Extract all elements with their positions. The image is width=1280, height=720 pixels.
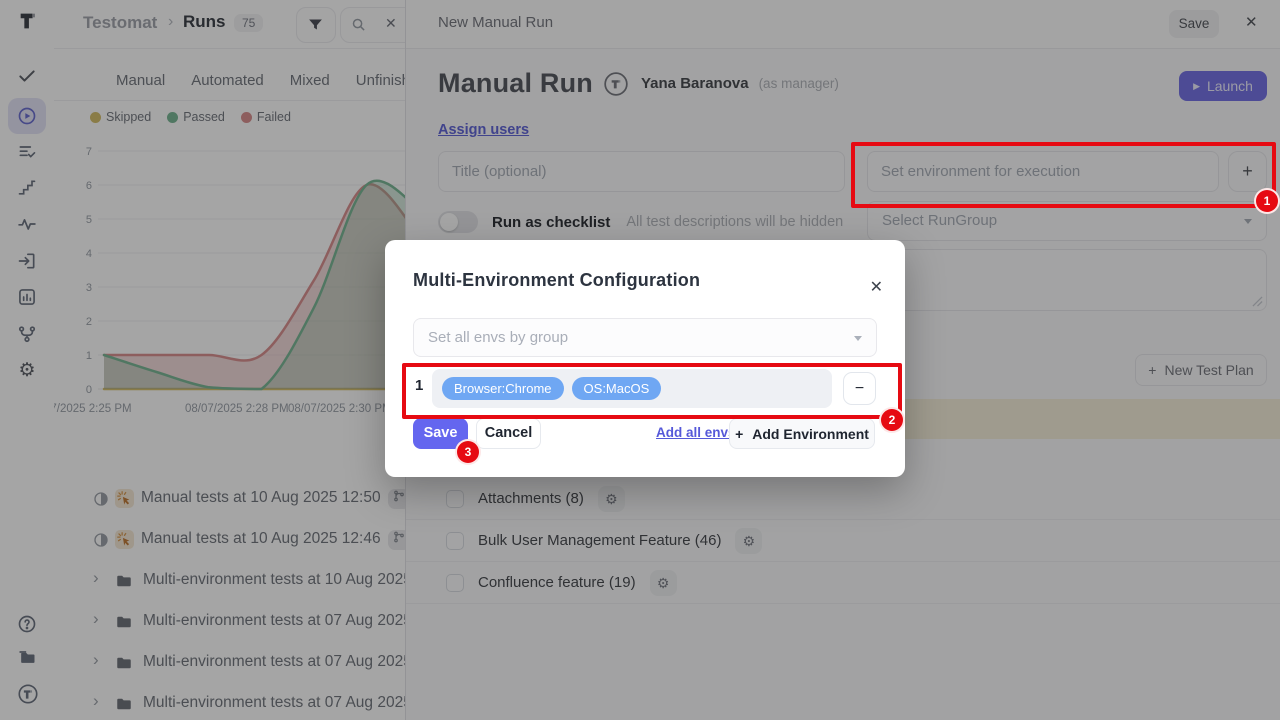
app-window: ⚙ Testomat › Runs 75 ✕ ManualAutom	[0, 0, 1280, 720]
env-group-select[interactable]: Set all envs by group	[413, 318, 877, 357]
env-tag[interactable]: OS:MacOS	[572, 377, 662, 400]
add-environment-label: Add Environment	[752, 426, 869, 442]
modal-cancel-button[interactable]: Cancel	[476, 418, 541, 449]
env-tags-field[interactable]: Browser:Chrome OS:MacOS	[432, 369, 832, 408]
remove-env-row-button[interactable]: −	[843, 372, 876, 405]
environment-rows: 1 Browser:Chrome OS:MacOS −	[385, 366, 905, 410]
env-group-placeholder: Set all envs by group	[428, 329, 568, 346]
add-environment-button[interactable]: + Add Environment	[729, 418, 875, 449]
modal-title: Multi-Environment Configuration	[413, 270, 700, 291]
add-all-envs-link[interactable]: Add all envs	[656, 425, 736, 440]
chevron-down-icon	[854, 336, 862, 341]
environment-row: 1 Browser:Chrome OS:MacOS −	[385, 366, 905, 410]
env-tag[interactable]: Browser:Chrome	[442, 377, 564, 400]
modal-close-icon[interactable]: ✕	[870, 277, 883, 297]
annotation-badge-3: 3	[455, 439, 481, 465]
env-row-index: 1	[415, 377, 423, 394]
annotation-badge-1: 1	[1254, 188, 1280, 214]
annotation-badge-2: 2	[879, 407, 905, 433]
plus-icon: +	[735, 426, 743, 442]
